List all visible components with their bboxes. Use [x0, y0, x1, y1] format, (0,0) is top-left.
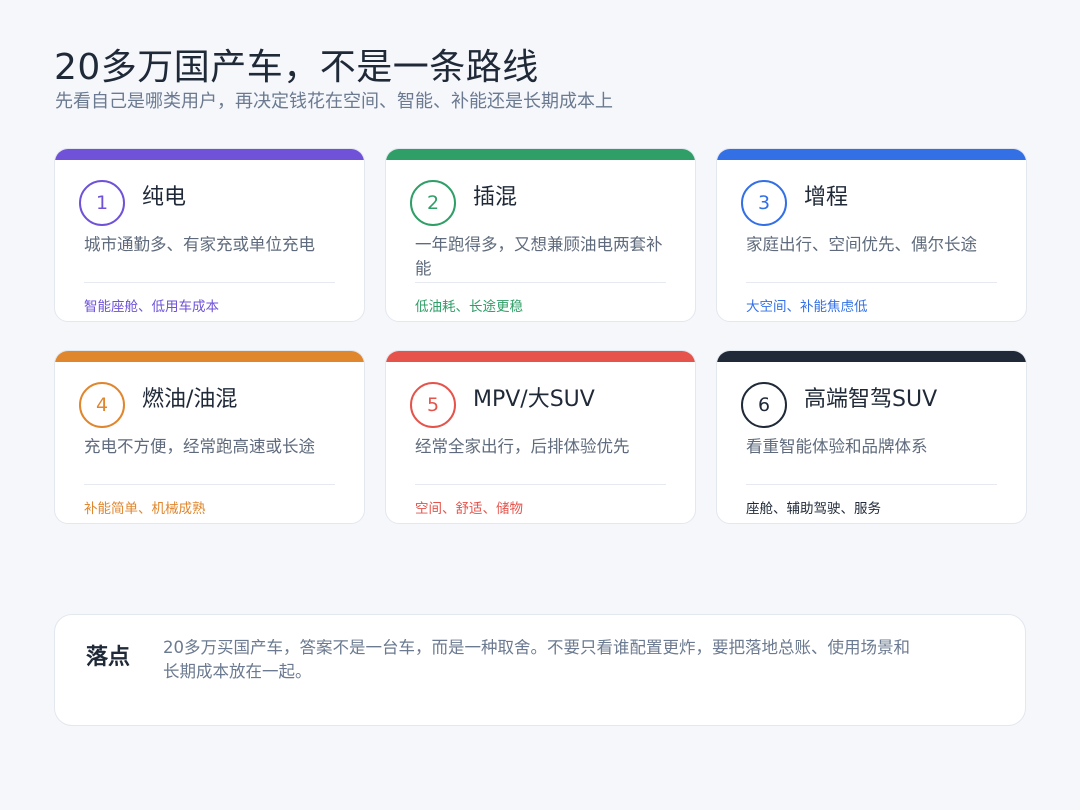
card-tags: 智能座舱、低用车成本: [84, 299, 219, 315]
card-divider: [415, 282, 666, 283]
card-accent-bar: [717, 351, 1026, 362]
card-accent-bar: [717, 149, 1026, 160]
route-card-3: 3 增程 家庭出行、空间优先、偶尔长途 大空间、补能焦虑低: [716, 148, 1027, 322]
route-card-5: 5 MPV/大SUV 经常全家出行，后排体验优先 空间、舒适、储物: [385, 350, 696, 524]
card-description: 城市通勤多、有家充或单位充电: [84, 235, 315, 254]
route-card-4: 4 燃油/油混 充电不方便，经常跑高速或长途 补能简单、机械成熟: [54, 350, 365, 524]
route-card-2: 2 插混 一年跑得多，又想兼顾油电两套补能 低油耗、长途更稳: [385, 148, 696, 322]
card-number-badge: 4: [79, 382, 125, 428]
card-accent-bar: [55, 351, 364, 362]
card-tags: 大空间、补能焦虑低: [746, 299, 868, 315]
card-description: 充电不方便，经常跑高速或长途: [84, 437, 315, 456]
card-title: MPV/大SUV: [473, 387, 595, 412]
card-number-badge: 2: [410, 180, 456, 226]
summary-text: 20多万买国产车，答案不是一台车，而是一种取舍。不要只看谁配置更炸，要把落地总账…: [163, 638, 910, 681]
card-divider: [84, 484, 335, 485]
summary-label: 落点: [86, 645, 131, 670]
card-number-badge: 3: [741, 180, 787, 226]
route-card-1: 1 纯电 城市通勤多、有家充或单位充电 智能座舱、低用车成本: [54, 148, 365, 322]
card-description: 一年跑得多，又想兼顾油电两套补能: [415, 235, 663, 278]
card-tags: 空间、舒适、储物: [415, 501, 523, 517]
page-title: 20多万国产车，不是一条路线: [54, 47, 539, 88]
card-tags: 座舱、辅助驾驶、服务: [746, 501, 881, 517]
card-divider: [415, 484, 666, 485]
card-description: 家庭出行、空间优先、偶尔长途: [746, 235, 977, 254]
card-divider: [84, 282, 335, 283]
card-accent-bar: [386, 351, 695, 362]
card-number-badge: 1: [79, 180, 125, 226]
card-tags: 补能简单、机械成熟: [84, 501, 206, 517]
card-tags: 低油耗、长途更稳: [415, 299, 523, 315]
page-subtitle: 先看自己是哪类用户，再决定钱花在空间、智能、补能还是长期成本上: [55, 91, 613, 112]
card-title: 插混: [473, 185, 518, 210]
card-description: 经常全家出行，后排体验优先: [415, 437, 630, 456]
card-accent-bar: [55, 149, 364, 160]
card-title: 增程: [804, 185, 849, 210]
card-title: 纯电: [142, 185, 187, 210]
card-description: 看重智能体验和品牌体系: [746, 437, 928, 456]
card-title: 燃油/油混: [142, 387, 238, 412]
card-divider: [746, 282, 997, 283]
card-accent-bar: [386, 149, 695, 160]
card-divider: [746, 484, 997, 485]
card-title: 高端智驾SUV: [804, 387, 938, 412]
card-number-badge: 5: [410, 382, 456, 428]
route-card-6: 6 高端智驾SUV 看重智能体验和品牌体系 座舱、辅助驾驶、服务: [716, 350, 1027, 524]
summary-panel: 落点 20多万买国产车，答案不是一台车，而是一种取舍。不要只看谁配置更炸，要把落…: [54, 614, 1026, 726]
card-number-badge: 6: [741, 382, 787, 428]
